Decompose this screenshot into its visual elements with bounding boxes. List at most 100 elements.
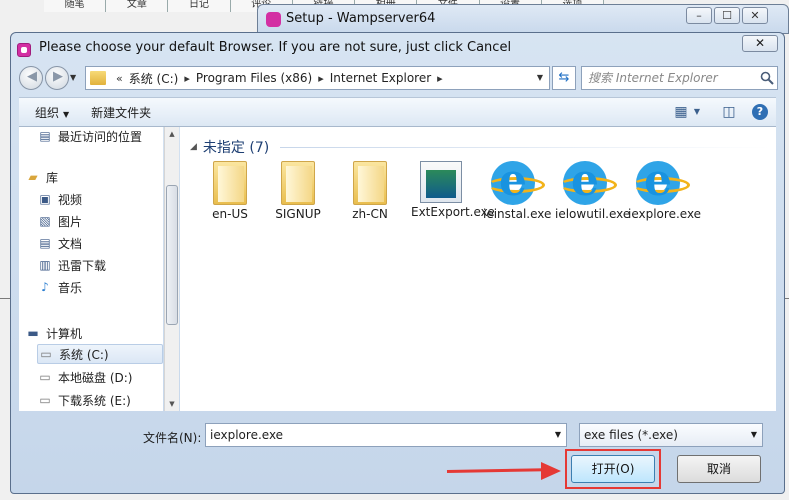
bg-tab[interactable]: 随笔 [44, 0, 107, 12]
toolbar-right: ▦ ▼ ◫ ? [662, 104, 768, 120]
chevron-right-icon[interactable]: ▸ [437, 72, 443, 85]
filename-value: iexplore.exe [210, 428, 284, 442]
close-button[interactable]: ✕ [742, 7, 768, 24]
view-dropdown-icon[interactable]: ▼ [692, 104, 702, 120]
group-header[interactable]: ◢ 未指定 (7) [190, 137, 269, 157]
navigation-scrollbar[interactable]: ▲ ▼ [164, 127, 179, 411]
file-item[interactable]: iexplore.exe [628, 155, 701, 221]
file-name: SIGNUP [275, 207, 321, 221]
minimize-button[interactable]: – [686, 7, 712, 24]
filetype-dropdown[interactable]: ▼ [746, 424, 762, 446]
preview-pane-icon[interactable]: ◫ [720, 104, 738, 120]
caret-down-icon: ▼ [63, 109, 70, 119]
navigation-pane: ▤ 最近访问的位置 ▰ 库 ▣ 视频 ▧ 图片 ▤ 文档 ▥ 迅雷下载 ♪ 音乐 ▬ 计算机 ▭… [19, 127, 163, 411]
nav-xunlei-downloads[interactable]: ▥ 迅雷下载 [37, 255, 106, 275]
group-divider [280, 147, 770, 148]
filename-input[interactable]: iexplore.exe ▼ [205, 423, 567, 447]
nav-drive-d[interactable]: ▭ 本地磁盘 (D:) [37, 367, 132, 387]
nav-library[interactable]: ▰ 库 [25, 167, 58, 187]
search-input[interactable]: 搜索 Internet Explorer [581, 66, 778, 90]
nav-label: 视频 [58, 192, 83, 207]
open-button[interactable]: 打开(O) [571, 455, 655, 483]
nav-label: 文档 [58, 236, 83, 251]
nav-label: 迅雷下载 [58, 258, 107, 273]
setup-title: Setup - Wampserver64 [286, 11, 436, 26]
setup-window-controls: – ☐ ✕ [684, 7, 768, 24]
chevron-right-icon[interactable]: ▸ [184, 72, 190, 85]
filetype-select[interactable]: exe files (*.exe) ▼ [579, 423, 763, 447]
search-icon[interactable] [760, 71, 774, 85]
toolbar: 组织 ▼ 新建文件夹 ▦ ▼ ◫ ? [19, 97, 776, 127]
nav-label: 系统 (C:) [59, 347, 109, 362]
address-bar[interactable]: « 系统 (C:) ▸ Program Files (x86) ▸ Intern… [85, 66, 550, 90]
view-options-icon[interactable]: ▦ [672, 104, 690, 120]
scroll-up-arrow[interactable]: ▲ [165, 127, 179, 141]
nav-music[interactable]: ♪ 音乐 [37, 277, 82, 297]
recent-locations-dropdown[interactable]: ▼ [70, 73, 76, 82]
file-item[interactable]: SIGNUP [266, 161, 330, 221]
nav-label: 计算机 [46, 326, 83, 341]
filename-label: 文件名(N): [143, 431, 202, 445]
folder-icon [90, 71, 106, 85]
address-dropdown[interactable]: ▼ [531, 67, 549, 89]
organize-menu[interactable]: 组织 ▼ [35, 104, 69, 121]
nav-videos[interactable]: ▣ 视频 [37, 189, 82, 209]
bg-tab[interactable]: 日记 [168, 0, 231, 12]
file-name: zh-CN [352, 207, 388, 221]
collapse-icon[interactable]: ◢ [190, 142, 197, 152]
file-item[interactable]: zh-CN [338, 161, 402, 221]
maximize-button[interactable]: ☐ [714, 7, 740, 24]
annotation-arrow [446, 468, 546, 473]
drive-icon: ▭ [39, 370, 51, 384]
new-folder-button[interactable]: 新建文件夹 [91, 104, 151, 121]
scroll-down-arrow[interactable]: ▼ [165, 397, 179, 411]
downloads-icon: ▥ [39, 258, 51, 272]
computer-icon: ▬ [27, 326, 39, 340]
annotation-arrow-head [541, 462, 561, 480]
help-icon[interactable]: ? [752, 104, 768, 120]
open-file-dialog: Please choose your default Browser. If y… [10, 32, 785, 494]
organize-label: 组织 [35, 105, 60, 120]
breadcrumb-internet-explorer[interactable]: Internet Explorer [330, 71, 431, 85]
filetype-value: exe files (*.exe) [584, 428, 678, 442]
nav-label: 最近访问的位置 [58, 129, 143, 144]
internet-explorer-icon [559, 155, 617, 206]
file-name: ExtExport.exe [411, 205, 495, 219]
folder-icon [281, 161, 315, 205]
documents-icon: ▤ [39, 236, 51, 250]
setup-window: Setup - Wampserver64 – ☐ ✕ [257, 4, 789, 34]
file-item[interactable]: ielowutil.exe [555, 155, 631, 221]
forward-button[interactable] [45, 66, 69, 90]
wampserver-icon [17, 43, 31, 57]
nav-pictures[interactable]: ▧ 图片 [37, 211, 82, 231]
nav-drive-e[interactable]: ▭ 下载系统 (E:) [37, 390, 131, 410]
nav-recent-places[interactable]: ▤ 最近访问的位置 [37, 127, 142, 146]
filename-dropdown[interactable]: ▼ [550, 424, 566, 446]
address-overflow[interactable]: « [116, 72, 123, 85]
folder-icon [213, 161, 247, 205]
file-item[interactable]: ExtExport.exe [411, 161, 495, 219]
drive-icon: ▭ [39, 393, 51, 407]
file-item[interactable]: ieinstal.exe [483, 155, 551, 221]
bg-tab[interactable]: 文章 [106, 0, 169, 12]
nav-computer[interactable]: ▬ 计算机 [25, 323, 82, 343]
file-item[interactable]: en-US [198, 161, 262, 221]
nav-drive-c[interactable]: ▭ 系统 (C:) [37, 344, 163, 364]
chevron-right-icon[interactable]: ▸ [318, 72, 324, 85]
nav-documents[interactable]: ▤ 文档 [37, 233, 82, 253]
nav-label: 图片 [58, 214, 83, 229]
nav-label: 下载系统 (E:) [58, 393, 131, 408]
folder-icon [353, 161, 387, 205]
refresh-button[interactable]: ⇆ [552, 66, 576, 90]
breadcrumb-drive-c[interactable]: 系统 (C:) [129, 70, 179, 87]
nav-label: 本地磁盘 (D:) [58, 370, 133, 385]
file-name: en-US [212, 207, 248, 221]
dialog-close-button[interactable]: ✕ [742, 35, 778, 52]
file-list: ◢ 未指定 (7) en-US SIGNUP zh-CN ExtExport.e… [180, 127, 776, 411]
breadcrumb-program-files[interactable]: Program Files (x86) [196, 71, 312, 85]
file-name: ielowutil.exe [555, 207, 631, 221]
cancel-button[interactable]: 取消 [677, 455, 761, 483]
group-header-label: 未指定 (7) [202, 140, 270, 156]
scrollbar-thumb[interactable] [166, 185, 178, 325]
back-button[interactable] [19, 66, 43, 90]
